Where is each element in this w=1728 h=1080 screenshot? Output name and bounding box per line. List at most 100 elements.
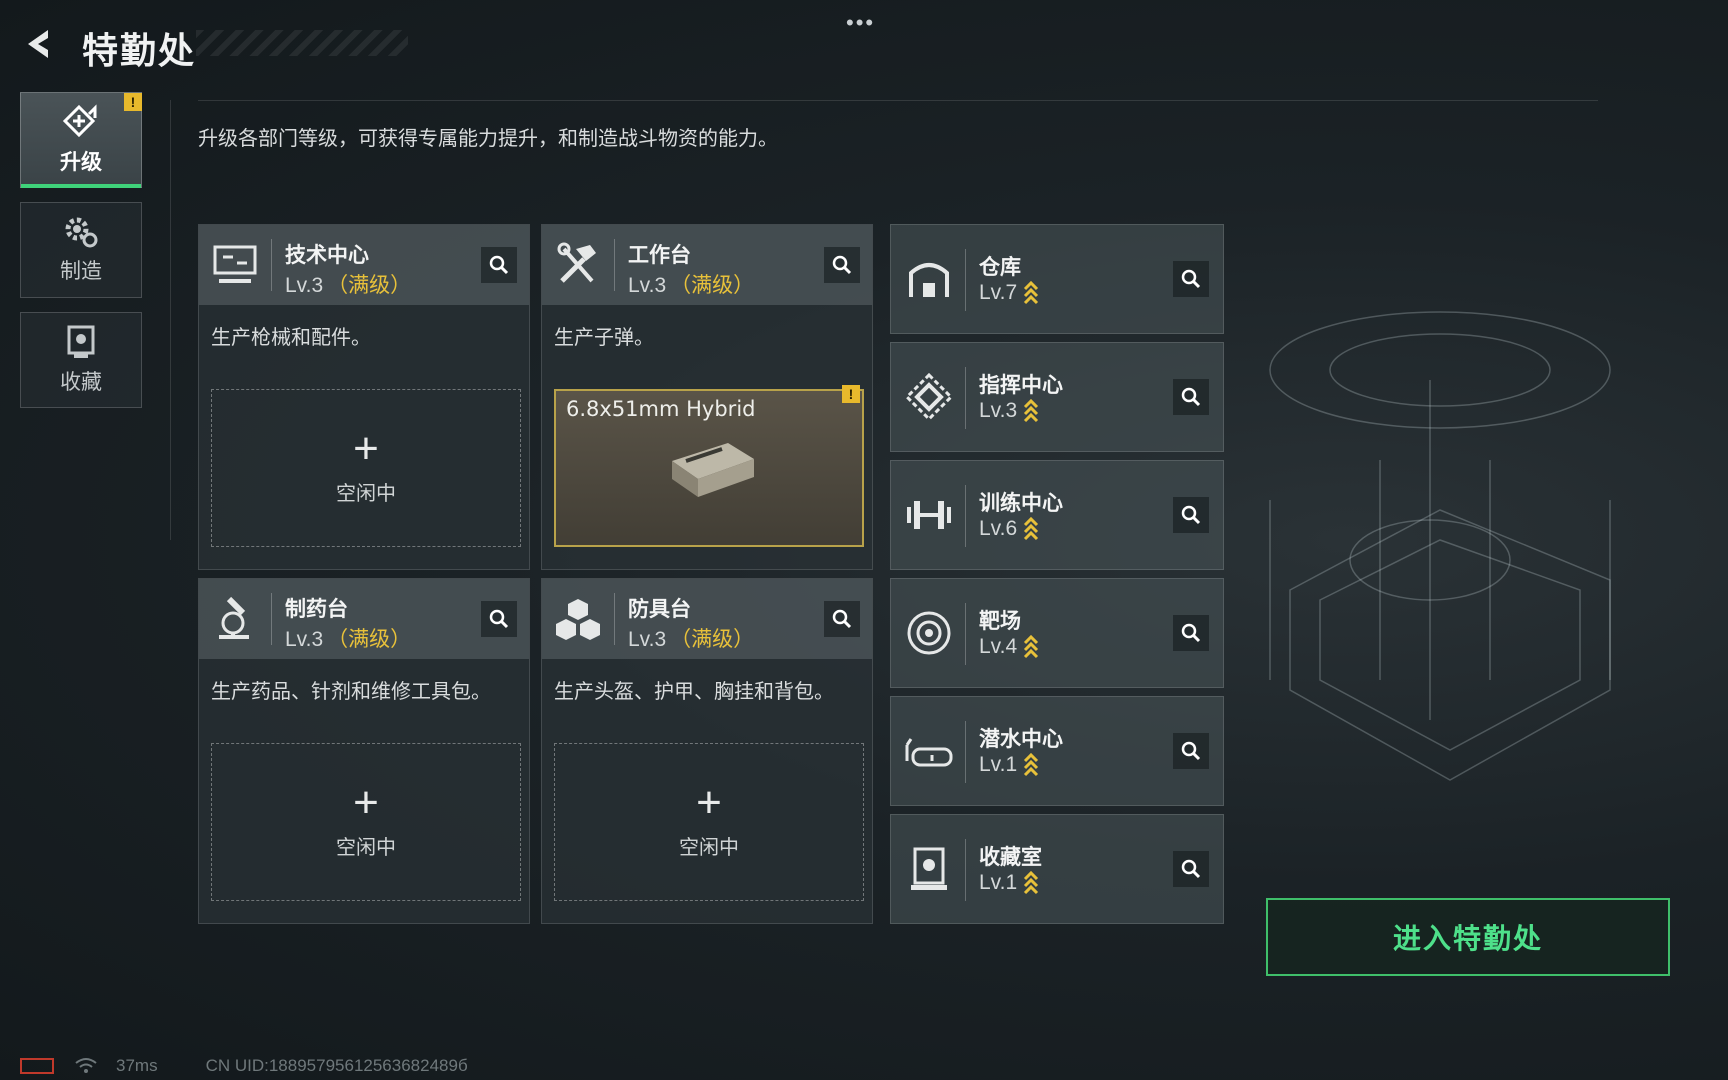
divider bbox=[965, 721, 966, 783]
enter-button-label: 进入特勤处 bbox=[1392, 923, 1543, 954]
production-card: 工作台 Lv.3 （满级） 生产子弹。 6.8x51mm Hybrid ! bbox=[541, 224, 873, 570]
divider bbox=[965, 603, 966, 665]
search-button[interactable] bbox=[1173, 379, 1209, 415]
slot-status: 空闲中 bbox=[336, 482, 396, 505]
divider bbox=[198, 100, 1598, 101]
department-level: Lv.7 bbox=[979, 281, 1039, 305]
nav-tab-upgrade[interactable]: 升级 ! bbox=[20, 92, 142, 188]
divider bbox=[965, 367, 966, 429]
production-slot[interactable]: + 空闲中 bbox=[211, 389, 521, 547]
uid-text: CN UID:18895795612563682489б bbox=[205, 1056, 468, 1075]
upgrade-chevron-icon bbox=[1024, 871, 1039, 895]
search-button[interactable] bbox=[1173, 497, 1209, 533]
nav-label: 收藏 bbox=[60, 371, 102, 394]
search-icon bbox=[489, 609, 509, 629]
ammo-box-icon bbox=[672, 443, 754, 497]
upgrade-chevron-icon bbox=[1024, 517, 1039, 541]
production-slot[interactable]: + 空闲中 bbox=[554, 743, 864, 901]
search-icon bbox=[1181, 387, 1201, 407]
armor-cubes-icon bbox=[556, 599, 600, 640]
nav-label: 制造 bbox=[60, 260, 102, 283]
search-icon bbox=[1181, 859, 1201, 879]
title-decoration bbox=[196, 30, 408, 56]
department-diving-center[interactable]: 潜水中心 Lv.1 bbox=[890, 696, 1224, 806]
divider bbox=[614, 239, 615, 291]
nav-tab-craft[interactable]: 制造 bbox=[20, 202, 142, 298]
upgrade-chevron-icon bbox=[1024, 753, 1039, 777]
card-title: 制药台 bbox=[285, 598, 348, 621]
search-button[interactable] bbox=[481, 601, 517, 637]
upgrade-chevron-icon bbox=[1024, 399, 1039, 423]
department-name: 训练中心 bbox=[979, 492, 1063, 515]
card-title: 工作台 bbox=[628, 244, 691, 267]
department-name: 指挥中心 bbox=[979, 374, 1063, 397]
alert-badge: ! bbox=[124, 93, 142, 111]
nav-label: 升级 bbox=[60, 151, 102, 174]
card-description: 生产枪械和配件。 bbox=[211, 327, 371, 349]
card-description: 生产药品、针剂和维修工具包。 bbox=[211, 681, 491, 703]
collection-icon bbox=[67, 325, 95, 358]
search-icon bbox=[832, 255, 852, 275]
item-name: 6.8x51mm Hybrid bbox=[566, 397, 756, 421]
add-icon: + bbox=[696, 777, 722, 827]
back-arrow-icon[interactable] bbox=[22, 26, 58, 62]
card-title: 防具台 bbox=[628, 598, 691, 621]
department-collection-room[interactable]: 收藏室 Lv.1 bbox=[890, 814, 1224, 924]
department-shooting-range[interactable]: 靶场 Lv.4 bbox=[890, 578, 1224, 688]
department-name: 仓库 bbox=[979, 256, 1021, 279]
department-training-center[interactable]: 训练中心 Lv.6 bbox=[890, 460, 1224, 570]
production-card: 防具台 Lv.3 （满级） 生产头盔、护甲、胸挂和背包。 + 空闲中 bbox=[541, 578, 873, 924]
search-icon bbox=[832, 609, 852, 629]
production-slot[interactable]: 6.8x51mm Hybrid ! bbox=[554, 385, 864, 547]
nav-tab-collection[interactable]: 收藏 bbox=[20, 312, 142, 408]
department-level: Lv.3 bbox=[979, 399, 1039, 423]
divider bbox=[614, 593, 615, 645]
search-button[interactable] bbox=[481, 247, 517, 283]
upgrade-chevron-icon bbox=[1024, 635, 1039, 659]
search-button[interactable] bbox=[824, 247, 860, 283]
diving-mask-icon bbox=[905, 738, 953, 767]
card-level: Lv.3 （满级） bbox=[285, 628, 412, 651]
production-card: 技术中心 Lv.3 （满级） 生产枪械和配件。 + 空闲中 bbox=[198, 224, 530, 570]
warehouse-icon bbox=[909, 263, 949, 297]
gear-icon bbox=[65, 217, 98, 248]
wifi-icon bbox=[75, 1058, 97, 1073]
search-button[interactable] bbox=[1173, 851, 1209, 887]
alert-badge: ! bbox=[842, 385, 860, 403]
search-icon bbox=[1181, 269, 1201, 289]
enter-button[interactable]: 进入特勤处 bbox=[1266, 898, 1670, 976]
more-icon[interactable]: ••• bbox=[846, 10, 875, 36]
department-level: Lv.6 bbox=[979, 517, 1039, 541]
divider bbox=[965, 249, 966, 311]
upgrade-chevron-icon bbox=[1024, 281, 1039, 305]
card-level: Lv.3 （满级） bbox=[628, 274, 755, 297]
add-icon: + bbox=[353, 777, 379, 827]
department-level: Lv.1 bbox=[979, 871, 1039, 895]
production-card: 制药台 Lv.3 （满级） 生产药品、针剂和维修工具包。 + 空闲中 bbox=[198, 578, 530, 924]
card-level: Lv.3 （满级） bbox=[628, 628, 755, 651]
department-name: 收藏室 bbox=[979, 846, 1042, 869]
search-icon bbox=[1181, 623, 1201, 643]
department-name: 靶场 bbox=[979, 610, 1021, 633]
ping-text: 37ms bbox=[116, 1056, 158, 1075]
status-bar: 37ms CN UID:18895795612563682489б bbox=[20, 1056, 468, 1076]
base-building-illustration bbox=[1269, 311, 1611, 781]
divider bbox=[271, 593, 272, 645]
search-button[interactable] bbox=[1173, 261, 1209, 297]
card-level: Lv.3 （满级） bbox=[285, 274, 412, 297]
department-warehouse[interactable]: 仓库 Lv.7 bbox=[890, 224, 1224, 334]
divider bbox=[965, 839, 966, 901]
card-title: 技术中心 bbox=[285, 244, 369, 267]
slot-status: 空闲中 bbox=[679, 836, 739, 859]
production-slot[interactable]: + 空闲中 bbox=[211, 743, 521, 901]
department-level: Lv.1 bbox=[979, 753, 1039, 777]
microscope-icon bbox=[219, 596, 249, 639]
command-center-icon bbox=[904, 372, 954, 422]
department-name: 潜水中心 bbox=[979, 728, 1063, 751]
search-icon bbox=[489, 255, 509, 275]
search-button[interactable] bbox=[1173, 733, 1209, 769]
search-button[interactable] bbox=[1173, 615, 1209, 651]
department-command-center[interactable]: 指挥中心 Lv.3 bbox=[890, 342, 1224, 452]
search-button[interactable] bbox=[824, 601, 860, 637]
department-level: Lv.4 bbox=[979, 635, 1039, 659]
